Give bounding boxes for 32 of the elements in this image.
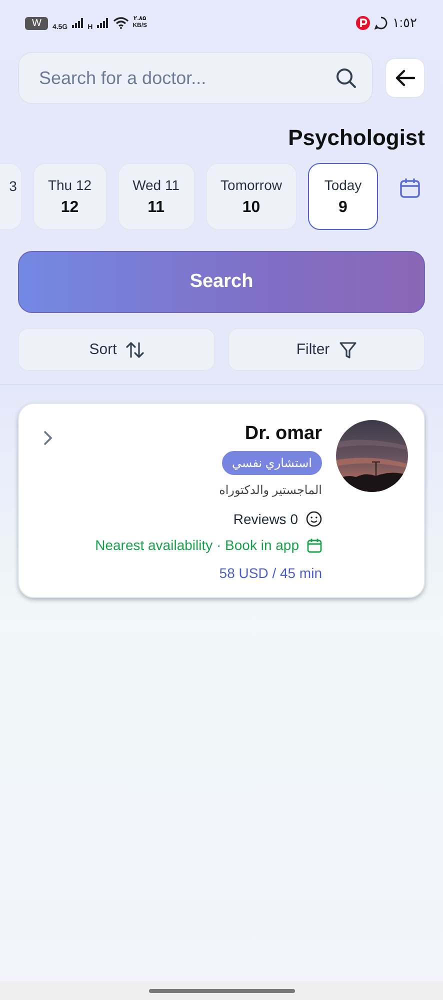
filter-button[interactable]: Filter bbox=[228, 328, 425, 371]
search-field[interactable]: Search for a doctor... bbox=[18, 52, 373, 104]
doctor-name: Dr. omar bbox=[244, 422, 322, 446]
filter-icon bbox=[338, 340, 357, 358]
signal-icon bbox=[96, 18, 109, 28]
app-icon bbox=[356, 16, 370, 30]
chevron-icon bbox=[43, 430, 53, 446]
availability-text: Nearest availability · Book in app bbox=[95, 537, 299, 553]
wifi-icon bbox=[112, 17, 129, 29]
search-icon bbox=[335, 67, 357, 89]
date-chip[interactable]: Tomorrow 10 bbox=[206, 163, 297, 230]
reviews-count: Reviews 0 bbox=[233, 511, 298, 527]
date-chip[interactable]: 3 bbox=[0, 163, 22, 230]
battery-icon: W bbox=[25, 16, 48, 30]
smiley-icon bbox=[306, 511, 322, 527]
sort-icon bbox=[126, 342, 144, 358]
page-title: Psychologist bbox=[288, 124, 425, 152]
calendar-icon[interactable] bbox=[399, 176, 421, 198]
date-chip[interactable]: Thu 12 12 bbox=[32, 163, 107, 230]
search-button[interactable]: Search bbox=[18, 251, 425, 313]
calendar-icon bbox=[307, 538, 322, 552]
date-chip[interactable]: Wed 11 11 bbox=[118, 163, 195, 230]
back-arrow-icon bbox=[395, 69, 415, 87]
sort-button[interactable]: Sort bbox=[18, 328, 215, 371]
home-indicator[interactable] bbox=[148, 988, 294, 992]
back-button[interactable] bbox=[385, 58, 425, 98]
price-text: 58 USD / 45 min bbox=[219, 565, 322, 581]
clock-time: ١:٥٢ bbox=[392, 15, 417, 31]
date-chip[interactable]: Today 9 bbox=[308, 163, 378, 230]
doctor-degree: الماجستير والدكتوراه bbox=[219, 483, 322, 497]
signal-icon bbox=[72, 18, 84, 28]
specialty-badge: استشاري نفسي bbox=[222, 451, 322, 475]
